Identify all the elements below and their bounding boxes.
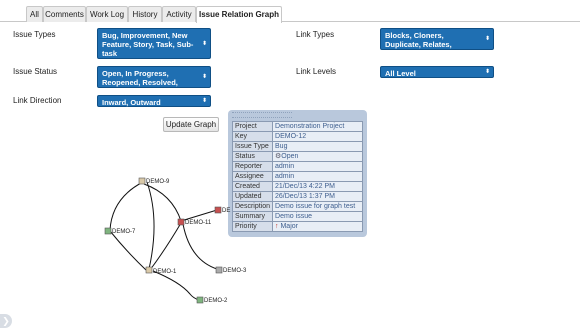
graph-edge: [152, 270, 200, 301]
issue-status-select[interactable]: Open, In Progress, Reopened, Resolved, C…: [97, 66, 211, 96]
tab-all[interactable]: All: [26, 6, 43, 22]
update-graph-button[interactable]: Update Graph: [163, 117, 219, 132]
graph-node[interactable]: DEMO-7: [104, 227, 136, 235]
issue-types-select[interactable]: Bug, Improvement, New Feature, Story, Ta…: [97, 28, 211, 59]
graph-node[interactable]: DEMO-1: [145, 266, 177, 275]
graph-node[interactable]: DEMO-3: [215, 266, 247, 274]
graph-node[interactable]: DEMO-2: [196, 296, 228, 304]
field-key: Issue Type: [231, 141, 274, 152]
graph-node[interactable]: DEMO-9: [138, 177, 170, 185]
node-label: DEMO-2: [204, 298, 228, 304]
node-label: DEMO-11: [185, 220, 212, 226]
relation-graph: DEMO-9 DEMO-7 DEMO-11 DEMO-1 DEMO-3 DEMO…: [104, 177, 247, 304]
chevron-updown-icon: ⬍: [484, 36, 490, 42]
graph-edge: [109, 230, 147, 271]
field-key: Key: [231, 131, 274, 142]
link-direction-select[interactable]: Inward, Outward ⬍: [97, 95, 211, 107]
table-row: Issue Type Bug: [231, 141, 363, 152]
node-label: DEMO-9: [146, 179, 170, 185]
status-value: Open: [281, 153, 299, 160]
tab-history[interactable]: History: [128, 6, 162, 22]
graph-edge: [146, 181, 155, 270]
node-label: DEMO-1: [153, 269, 177, 275]
table-row: Project Demonstration Project: [231, 121, 363, 132]
link-levels-label: Link Levels: [296, 67, 337, 76]
link-levels-select[interactable]: All Level ⬍: [380, 66, 494, 78]
tab-work-log[interactable]: Work Log: [86, 6, 128, 22]
tab-comments[interactable]: Comments: [43, 6, 86, 22]
tab-issue-relation-graph[interactable]: Issue Relation Graph: [196, 6, 282, 23]
issue-status-value: Open, In Progress, Reopened, Resolved, C…: [102, 69, 178, 96]
issue-types-label: Issue Types: [13, 30, 56, 39]
field-value: DEMO-12: [272, 131, 363, 142]
chevron-updown-icon: ⬍: [201, 40, 207, 47]
link-types-label: Link Types: [296, 30, 335, 39]
chevron-updown-icon: ⬍: [201, 74, 207, 80]
link-direction-value: Inward, Outward: [102, 98, 161, 107]
chevron-updown-icon: ⬍: [484, 69, 490, 75]
link-direction-label: Link Direction: [13, 96, 62, 105]
expand-arrow-icon[interactable]: ❯: [0, 314, 12, 328]
link-types-select[interactable]: Blocks, Cloners, Duplicate, Relates, Sub…: [380, 28, 494, 58]
field-key: Status: [231, 151, 274, 162]
link-levels-value: All Level: [385, 69, 416, 78]
drag-handle[interactable]: [232, 112, 292, 118]
node-label: DEMO-3: [223, 268, 247, 274]
tab-bar: All Comments Work Log History Activity I…: [0, 0, 580, 23]
link-types-value: Blocks, Cloners, Duplicate, Relates, Sub…: [385, 31, 452, 58]
field-value: ⚙Open: [272, 151, 363, 162]
graph-node[interactable]: DE: [214, 206, 230, 214]
node-label: DEMO-7: [112, 229, 136, 235]
chevron-updown-icon: ⬍: [201, 98, 207, 104]
graph-edge: [182, 223, 218, 270]
field-value: Bug: [272, 141, 363, 152]
field-value: Demonstration Project: [272, 121, 363, 132]
graph-edge: [109, 181, 144, 231]
issue-types-value: Bug, Improvement, New Feature, Story, Ta…: [102, 31, 194, 58]
tab-activity[interactable]: Activity: [162, 6, 196, 22]
table-row: Key DEMO-12: [231, 131, 363, 142]
field-key: Project: [231, 121, 274, 132]
graph-edge: [149, 222, 182, 271]
table-row: Status ⚙Open: [231, 151, 363, 162]
issue-status-label: Issue Status: [13, 67, 58, 76]
node-label: DE: [222, 208, 230, 214]
graph-node[interactable]: DEMO-11: [177, 218, 212, 226]
